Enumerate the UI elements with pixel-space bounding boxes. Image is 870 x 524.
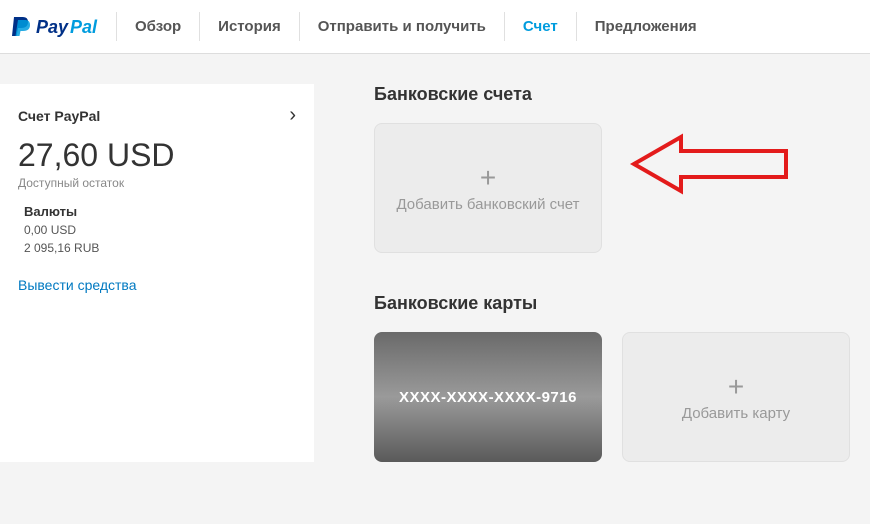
add-bank-account-label: Добавить банковский счет xyxy=(384,196,591,213)
plus-icon: + xyxy=(728,373,744,401)
nav-history[interactable]: История xyxy=(200,0,299,53)
add-card-label: Добавить карту xyxy=(670,405,802,422)
withdraw-link[interactable]: Вывести средства xyxy=(18,277,137,293)
nav-send-receive[interactable]: Отправить и получить xyxy=(300,0,504,53)
bank-accounts-title: Банковские счета xyxy=(374,84,850,105)
plus-icon: + xyxy=(480,164,496,192)
svg-text:Pay: Pay xyxy=(36,17,69,37)
currencies-title: Валюты xyxy=(18,204,296,219)
balance-panel: Счет PayPal › 27,60 USD Доступный остато… xyxy=(0,84,314,462)
balance-value: 27,60 USD xyxy=(18,137,296,174)
add-card-tile[interactable]: + Добавить карту xyxy=(622,332,850,462)
chevron-right-icon: › xyxy=(289,104,296,127)
nav-offers[interactable]: Предложения xyxy=(577,0,715,53)
card-tile[interactable]: XXXX-XXXX-XXXX-9716 xyxy=(374,332,602,462)
balance-sub: Доступный остаток xyxy=(18,176,296,190)
paypal-account-row[interactable]: Счет PayPal › xyxy=(18,104,296,127)
svg-text:Pal: Pal xyxy=(70,17,98,37)
nav-wallet[interactable]: Счет xyxy=(505,0,576,53)
add-bank-account-tile[interactable]: + Добавить банковский счет xyxy=(374,123,602,253)
bank-cards-title: Банковские карты xyxy=(374,293,850,314)
nav-overview[interactable]: Обзор xyxy=(117,0,199,53)
currency-line-usd: 0,00 USD xyxy=(18,223,296,237)
card-number: XXXX-XXXX-XXXX-9716 xyxy=(399,389,577,406)
currency-line-rub: 2 095,16 RUB xyxy=(18,241,296,255)
paypal-logo[interactable]: Pay Pal xyxy=(10,14,116,40)
account-title: Счет PayPal xyxy=(18,108,100,124)
